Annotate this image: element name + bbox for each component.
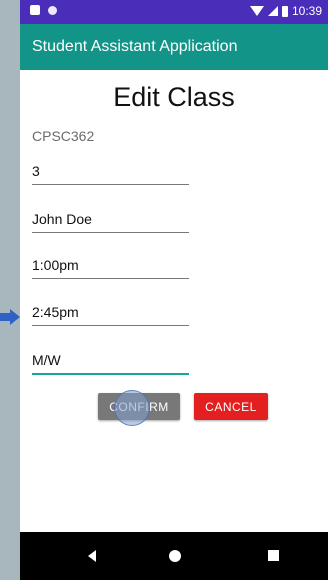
clock: 10:39 — [291, 4, 322, 18]
phone-screen: 10:39 Student Assistant Application Edit… — [20, 0, 328, 580]
status-bar: 10:39 — [20, 0, 328, 24]
signal-icon — [267, 6, 278, 16]
start-time-field[interactable]: 1:00pm — [32, 252, 189, 279]
instructor-field[interactable]: John Doe — [32, 206, 189, 233]
back-icon[interactable] — [88, 550, 96, 562]
app-title: Student Assistant Application — [32, 38, 238, 55]
notification-dot-icon — [48, 5, 57, 15]
page-title: Edit Class — [113, 82, 235, 112]
battery-icon — [281, 5, 288, 17]
touch-indicator — [114, 390, 150, 426]
home-icon[interactable] — [169, 550, 181, 562]
app-bar: Student Assistant Application — [20, 24, 328, 70]
units-field[interactable]: 3 — [32, 158, 189, 185]
cancel-button[interactable]: CANCEL — [194, 393, 268, 420]
recents-icon[interactable] — [268, 550, 279, 561]
pointer-arrow-icon — [0, 309, 20, 325]
wifi-icon — [249, 6, 264, 16]
course-code: CPSC362 — [32, 128, 95, 144]
navigation-bar — [20, 532, 328, 580]
sim-icon — [30, 5, 40, 15]
end-time-field[interactable]: 2:45pm — [32, 299, 189, 326]
days-field[interactable]: M/W — [32, 347, 189, 375]
